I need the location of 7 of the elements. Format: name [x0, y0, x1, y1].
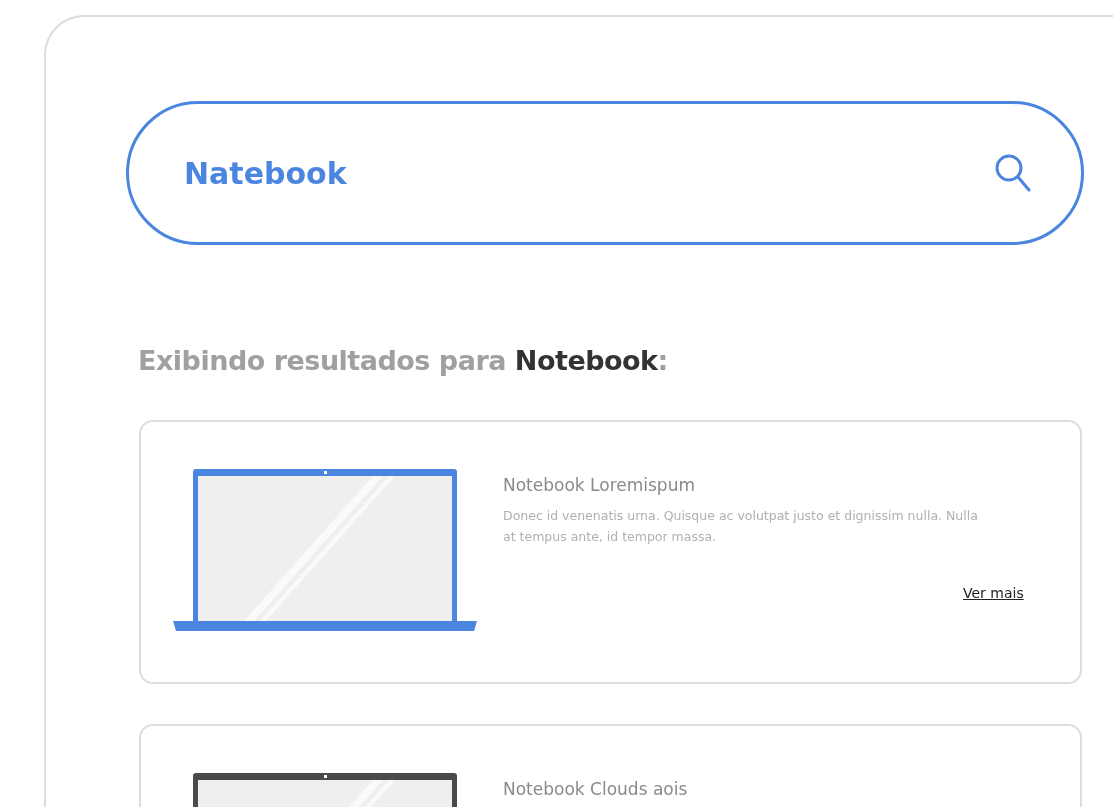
- search-icon[interactable]: [994, 153, 1032, 193]
- product-description: Donec id venenatis urna. Quisque ac volutpat justo et dignissim nulla. Nulla at tempus ante, id tempor massa.: [503, 507, 979, 546]
- search-field[interactable]: Natebook: [126, 101, 1084, 245]
- product-title: Notebook Clouds aois: [503, 779, 689, 799]
- product-title: Notebook Loremispum: [503, 475, 696, 495]
- results-heading: Exibindo resultados para Notebook:: [138, 345, 669, 376]
- see-more-link[interactable]: Ver mais: [963, 585, 1024, 601]
